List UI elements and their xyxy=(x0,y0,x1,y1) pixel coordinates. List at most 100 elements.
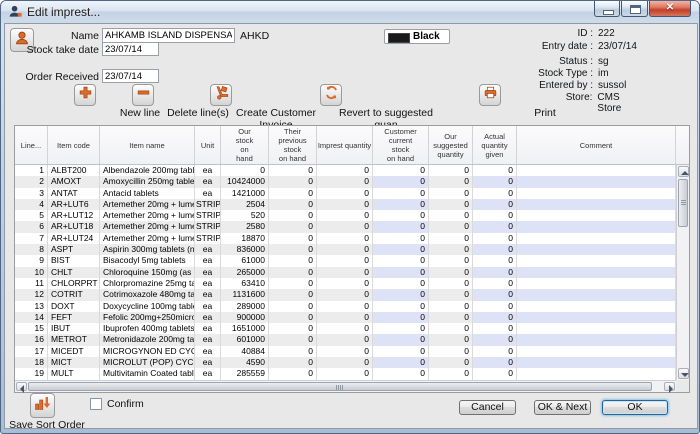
cell[interactable]: 0 xyxy=(317,210,373,221)
save-sort-order-button[interactable] xyxy=(30,393,55,418)
titlebar[interactable]: Edit imprest... ✕ xyxy=(1,1,699,23)
cell[interactable] xyxy=(517,199,676,210)
cell[interactable]: 0 xyxy=(373,289,429,300)
cell[interactable]: 0 xyxy=(373,346,429,357)
cell[interactable]: 0 xyxy=(317,199,373,210)
column-header-5[interactable]: Their previous stock on hand xyxy=(269,126,317,164)
color-dropdown[interactable]: Black xyxy=(384,29,450,44)
table-row[interactable]: 9BISTBisacodyl 5mg tabletsea6100000000 xyxy=(15,255,676,266)
cell[interactable] xyxy=(517,255,676,266)
create-customer-invoice-button[interactable] xyxy=(210,84,232,106)
cell[interactable]: 0 xyxy=(317,312,373,323)
cell[interactable]: 0 xyxy=(317,357,373,368)
cell[interactable]: 0 xyxy=(373,255,429,266)
cell[interactable]: 0 xyxy=(317,165,373,176)
cell[interactable] xyxy=(517,368,676,379)
cell[interactable]: 0 xyxy=(473,233,517,244)
cell[interactable]: 0 xyxy=(473,278,517,289)
cell[interactable]: 0 xyxy=(373,221,429,232)
cell[interactable]: 0 xyxy=(373,312,429,323)
cell[interactable]: 0 xyxy=(473,323,517,334)
scroll-up-button[interactable] xyxy=(678,166,689,177)
stock-take-date-input[interactable] xyxy=(102,42,159,56)
cell[interactable] xyxy=(517,278,676,289)
cell[interactable]: 0 xyxy=(473,244,517,255)
confirm-checkbox[interactable] xyxy=(90,398,102,410)
table-row[interactable]: 19MULTMultivitamin Coated tabletea285559… xyxy=(15,368,676,379)
table-row[interactable]: 15IBUTIbuprofen 400mg tabletsea165100000… xyxy=(15,323,676,334)
cell[interactable]: 0 xyxy=(317,244,373,255)
column-header-2[interactable]: Item name xyxy=(100,126,195,164)
cell[interactable]: 0 xyxy=(317,301,373,312)
minimize-button[interactable] xyxy=(594,1,620,17)
horizontal-scrollbar[interactable] xyxy=(15,380,676,392)
cell[interactable]: 0 xyxy=(317,346,373,357)
table-row[interactable]: 1ALBT200Albendazole 200mg tabletsea00000… xyxy=(15,165,676,176)
column-header-3[interactable]: Unit xyxy=(195,126,221,164)
column-header-1[interactable]: Item code xyxy=(48,126,100,164)
table-row[interactable]: 4AR+LUT6Artemether 20mg + lumefantrine 1… xyxy=(15,199,676,210)
cell[interactable] xyxy=(517,312,676,323)
cell[interactable] xyxy=(517,165,676,176)
cell[interactable]: 0 xyxy=(473,188,517,199)
ok-next-button[interactable]: OK & Next xyxy=(534,400,591,415)
cell[interactable]: 0 xyxy=(317,267,373,278)
new-line-button[interactable] xyxy=(74,84,96,106)
table-row[interactable]: 8ASPTAspirin 300mg tablets (not enterice… xyxy=(15,244,676,255)
table-row[interactable]: 3ANTATAntacid tabletsea142100000000 xyxy=(15,188,676,199)
cell[interactable]: 0 xyxy=(373,323,429,334)
revert-button[interactable] xyxy=(320,84,342,106)
column-header-0[interactable]: Line... xyxy=(15,126,48,164)
column-header-9[interactable]: Actual quantity given xyxy=(473,126,517,164)
cell[interactable]: 0 xyxy=(373,210,429,221)
delete-lines-button[interactable] xyxy=(132,84,154,106)
cell[interactable]: 0 xyxy=(473,334,517,345)
cell[interactable]: 0 xyxy=(373,368,429,379)
cell[interactable]: 0 xyxy=(473,346,517,357)
table-row[interactable]: 5AR+LUT12Artemether 20mg + lumefantrine … xyxy=(15,210,676,221)
table-row[interactable]: 18MICTMICROLUT (POP) CYCLEea459000000 xyxy=(15,357,676,368)
cell[interactable]: 0 xyxy=(473,221,517,232)
cell[interactable]: 0 xyxy=(373,267,429,278)
cell[interactable] xyxy=(517,188,676,199)
cell[interactable] xyxy=(517,334,676,345)
cell[interactable]: 0 xyxy=(473,312,517,323)
cell[interactable]: 0 xyxy=(317,221,373,232)
horizontal-scroll-thumb[interactable] xyxy=(28,382,652,391)
cell[interactable]: 0 xyxy=(373,199,429,210)
cell[interactable]: 0 xyxy=(473,165,517,176)
cell[interactable] xyxy=(517,289,676,300)
vertical-scrollbar[interactable] xyxy=(676,165,689,380)
table-row[interactable]: 7AR+LUT24Artemether 20mg + lumefantrine … xyxy=(15,233,676,244)
cell[interactable]: 0 xyxy=(473,267,517,278)
cell[interactable]: 0 xyxy=(373,188,429,199)
cell[interactable]: 0 xyxy=(373,165,429,176)
scroll-down-button[interactable] xyxy=(678,368,689,379)
cell[interactable]: 0 xyxy=(317,334,373,345)
cell[interactable]: 0 xyxy=(473,301,517,312)
cell[interactable]: 0 xyxy=(473,255,517,266)
scroll-left-button[interactable] xyxy=(16,382,27,391)
cell[interactable] xyxy=(517,346,676,357)
cell[interactable]: 0 xyxy=(373,301,429,312)
ok-button[interactable]: OK xyxy=(602,400,668,415)
table-row[interactable]: 6AR+LUT18Artemether 20mg + lumefantrine … xyxy=(15,221,676,232)
cell[interactable] xyxy=(517,221,676,232)
cell[interactable]: 0 xyxy=(373,278,429,289)
cell[interactable] xyxy=(517,210,676,221)
cell[interactable] xyxy=(517,323,676,334)
cell[interactable]: 0 xyxy=(317,176,373,187)
table-row[interactable]: 2AMOXTAmoxycillin 250mg tabletsea1042400… xyxy=(15,176,676,187)
cell[interactable]: 0 xyxy=(473,210,517,221)
name-input[interactable] xyxy=(102,28,235,43)
cell[interactable]: 0 xyxy=(317,323,373,334)
table-row[interactable]: 16METROTMetronidazole 200mg tabletsea601… xyxy=(15,334,676,345)
column-header-4[interactable]: Our stock on hand xyxy=(221,126,269,164)
cell[interactable]: 0 xyxy=(373,244,429,255)
cell[interactable]: 0 xyxy=(317,233,373,244)
cell[interactable] xyxy=(517,357,676,368)
cell[interactable]: 0 xyxy=(373,176,429,187)
cell[interactable] xyxy=(517,233,676,244)
cell[interactable] xyxy=(517,244,676,255)
vertical-scroll-thumb[interactable] xyxy=(678,179,688,227)
